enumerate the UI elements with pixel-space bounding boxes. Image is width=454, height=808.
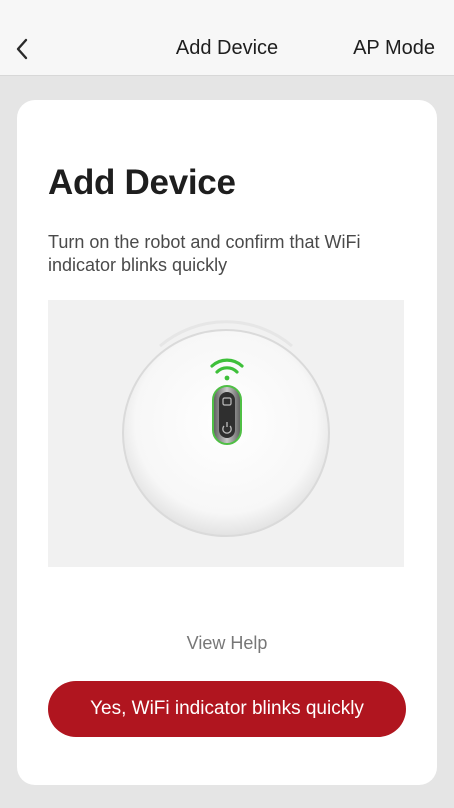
page-heading: Add Device <box>48 163 236 202</box>
add-device-card: Add Device Turn on the robot and confirm… <box>17 100 437 785</box>
robot-image <box>122 320 330 537</box>
ap-mode-button[interactable]: AP Mode <box>353 37 435 60</box>
instruction-text: Turn on the robot and confirm that WiFi … <box>48 232 361 275</box>
navigation-bar: Add Device AP Mode <box>0 0 454 76</box>
confirm-blinking-button[interactable]: Yes, WiFi indicator blinks quickly <box>48 681 406 737</box>
view-help-link[interactable]: View Help <box>17 633 437 654</box>
robot-illustration <box>48 300 404 567</box>
